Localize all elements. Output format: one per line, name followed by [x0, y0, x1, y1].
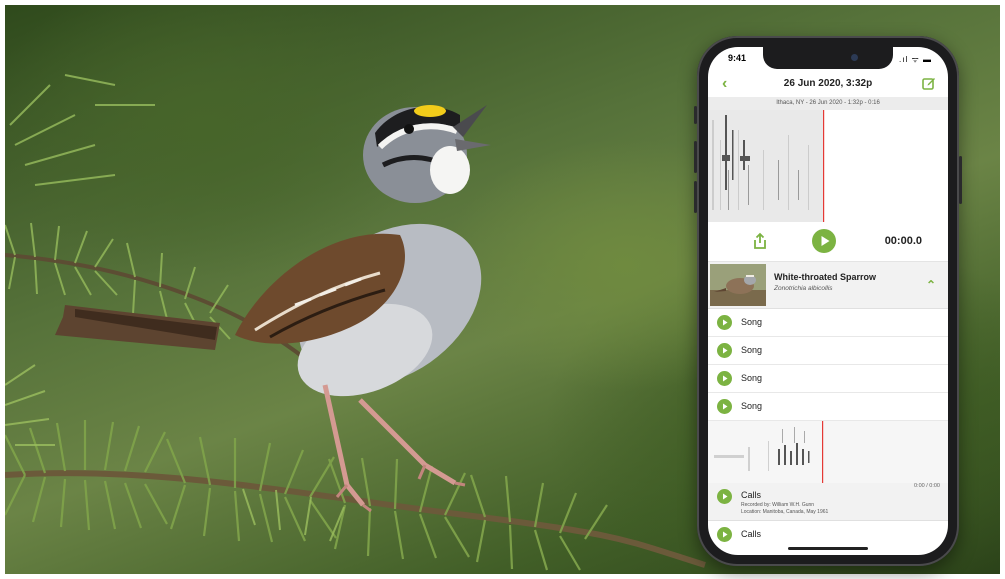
player-controls: 00:00.0: [708, 223, 948, 262]
volume-up-button: [694, 141, 697, 173]
list-item[interactable]: Song: [708, 365, 948, 393]
play-icon[interactable]: [717, 343, 732, 358]
mute-switch: [694, 106, 697, 124]
calls-time: 0:00 / 0:00: [914, 483, 940, 489]
sound-label: Song: [741, 317, 763, 327]
playback-timer: 00:00.0: [884, 235, 922, 247]
sound-label: Song: [741, 401, 763, 411]
sound-label: Song: [741, 373, 763, 383]
species-header[interactable]: White-throated Sparrow Zonotrichia albic…: [708, 262, 948, 309]
play-icon[interactable]: [717, 371, 732, 386]
home-indicator[interactable]: [788, 547, 868, 550]
status-time: 9:41: [728, 53, 747, 63]
page-title: 26 Jun 2020, 3:32p: [783, 78, 873, 89]
species-thumbnail: [710, 264, 766, 306]
sound-label: Song: [741, 345, 763, 355]
list-item[interactable]: Song: [708, 393, 948, 421]
phone-device: 9:41 .ıl ᯤ ▬ ‹ 26 Jun 2020, 3:32p Ithaca…: [694, 36, 962, 566]
spectrogram-view[interactable]: [708, 110, 948, 222]
sound-list: Song Song Song Song: [708, 309, 948, 421]
phone-notch: [763, 47, 893, 69]
calls-detail-row[interactable]: 0:00 / 0:00 Calls Recorded by: William W…: [708, 483, 948, 521]
species-scientific-name: Zonotrichia albicollis: [774, 285, 833, 292]
list-item[interactable]: Calls: [708, 521, 948, 547]
play-icon[interactable]: [717, 399, 732, 414]
list-item[interactable]: Song: [708, 309, 948, 337]
calls-label: Calls: [741, 490, 762, 500]
app-screen: 9:41 .ıl ᯤ ▬ ‹ 26 Jun 2020, 3:32p Ithaca…: [708, 47, 948, 555]
share-icon[interactable]: [752, 232, 768, 250]
recording-info-bar: Ithaca, NY - 26 Jun 2020 - 1:32p - 0:16: [708, 97, 948, 110]
edit-icon[interactable]: [922, 76, 936, 90]
power-button: [959, 156, 962, 204]
play-icon[interactable]: [717, 489, 732, 504]
chevron-up-icon[interactable]: ⌃: [926, 278, 936, 292]
nav-bar: ‹ 26 Jun 2020, 3:32p: [708, 73, 948, 97]
play-icon[interactable]: [717, 527, 732, 542]
play-icon[interactable]: [717, 315, 732, 330]
status-icons: .ıl ᯤ ▬: [899, 55, 932, 64]
volume-down-button: [694, 181, 697, 213]
recording-credits: Recorded by: William W.H. Gunn Location:…: [741, 502, 828, 515]
calls-label: Calls: [741, 529, 762, 539]
play-button-icon[interactable]: [812, 229, 836, 253]
list-item[interactable]: Song: [708, 337, 948, 365]
species-common-name: White-throated Sparrow: [774, 272, 877, 282]
recording-location: Location: Manitoba, Canada, May 1961: [741, 508, 829, 515]
calls-spectrogram[interactable]: [708, 421, 948, 483]
